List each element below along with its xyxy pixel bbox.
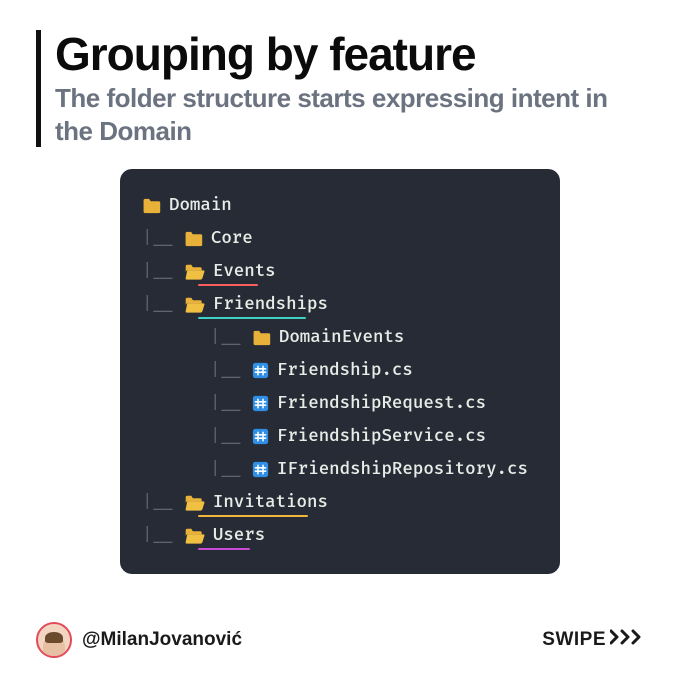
- tree-branch: |__: [142, 296, 184, 313]
- tree-label: FriendshipRequest.cs: [277, 395, 486, 412]
- tree-label: FriendshipService.cs: [277, 428, 486, 445]
- csharp-file-icon: [252, 362, 269, 379]
- folder-open-icon: [184, 528, 205, 544]
- tree-label: Domain: [169, 197, 232, 214]
- tree-file: |__ FriendshipService.cs: [142, 420, 538, 453]
- folder-open-icon: [184, 264, 205, 280]
- swipe-cta: SWIPE: [542, 629, 644, 651]
- tree-label: DomainEvents: [279, 329, 405, 346]
- author-handle: @MilanJovanović: [82, 629, 242, 651]
- tree-branch: |__: [210, 362, 252, 379]
- tree-label: Friendships: [213, 296, 328, 313]
- csharp-file-icon: [252, 395, 269, 412]
- csharp-file-icon: [252, 461, 269, 478]
- tree-file: |__ IFriendshipRepository.cs: [142, 453, 538, 486]
- tree-branch: |__: [142, 230, 184, 247]
- author: @MilanJovanović: [36, 622, 242, 658]
- page-title: Grouping by feature: [55, 30, 644, 78]
- underline-accent: [198, 317, 306, 319]
- folder-open-icon: [184, 297, 205, 313]
- tree-folder: |__ DomainEvents: [142, 321, 538, 354]
- underline-accent: [198, 515, 308, 517]
- folder-icon: [142, 198, 161, 214]
- avatar: [36, 622, 72, 658]
- page-subtitle: The folder structure starts expressing i…: [55, 82, 644, 147]
- folder-icon: [252, 330, 271, 346]
- tree-branch: |__: [142, 494, 184, 511]
- tree-branch: |__: [210, 428, 252, 445]
- tree-label: Friendship.cs: [277, 362, 413, 379]
- swipe-label: SWIPE: [542, 629, 606, 651]
- tree-label: Events: [213, 263, 276, 280]
- underline-accent: [198, 284, 258, 286]
- tree-label: Core: [211, 230, 253, 247]
- folder-open-icon: [184, 495, 205, 511]
- tree-branch: |__: [142, 263, 184, 280]
- csharp-file-icon: [252, 428, 269, 445]
- tree-folder: |__ Core: [142, 222, 538, 255]
- folder-icon: [184, 231, 203, 247]
- folder-tree: Domain|__ Core|__ Events|__ Friendships|…: [120, 169, 560, 574]
- underline-accent: [198, 548, 250, 550]
- tree-label: Users: [213, 527, 265, 544]
- tree-label: IFriendshipRepository.cs: [277, 461, 528, 478]
- tree-label: Invitations: [213, 494, 328, 511]
- chevron-right-icon: [610, 629, 644, 651]
- tree-branch: |__: [142, 527, 184, 544]
- tree-branch: |__: [210, 461, 252, 478]
- tree-folder: Domain: [142, 189, 538, 222]
- tree-branch: |__: [210, 329, 252, 346]
- tree-file: |__ FriendshipRequest.cs: [142, 387, 538, 420]
- tree-branch: |__: [210, 395, 252, 412]
- footer: @MilanJovanović SWIPE: [36, 622, 644, 658]
- tree-file: |__ Friendship.cs: [142, 354, 538, 387]
- title-block: Grouping by feature The folder structure…: [36, 30, 644, 147]
